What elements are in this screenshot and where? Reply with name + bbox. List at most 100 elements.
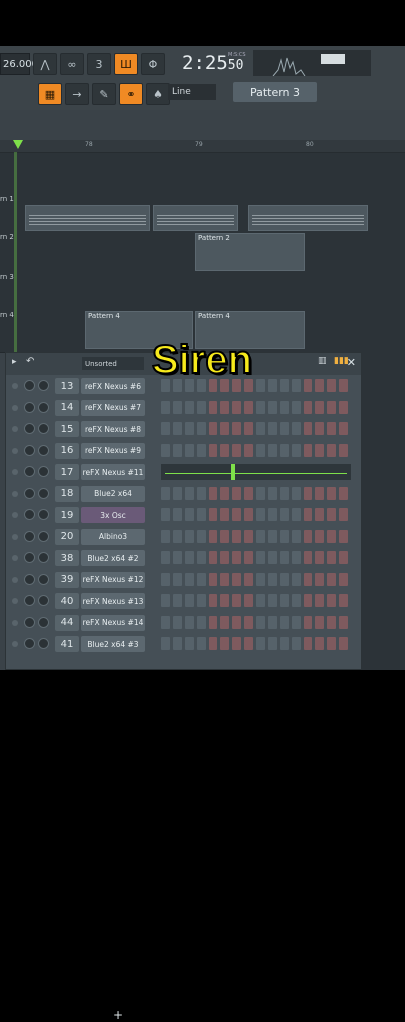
step-button[interactable] — [339, 529, 348, 543]
step-button[interactable] — [291, 508, 301, 521]
pattern-clip[interactable] — [153, 205, 238, 231]
step-button[interactable] — [315, 551, 325, 564]
step-button[interactable] — [172, 551, 182, 564]
pan-knob[interactable] — [24, 530, 35, 542]
step-button[interactable] — [327, 594, 337, 607]
step-button[interactable] — [339, 443, 348, 457]
step-button[interactable] — [327, 529, 337, 543]
step-button[interactable] — [208, 400, 218, 414]
countdown-icon[interactable]: 3 — [87, 53, 111, 75]
step-button[interactable] — [339, 637, 348, 650]
step-button[interactable] — [279, 615, 289, 629]
step-button[interactable] — [184, 551, 194, 564]
channel-name-button[interactable]: reFX Nexus #13 — [81, 593, 145, 609]
mute-led[interactable] — [12, 469, 18, 475]
step-button[interactable] — [303, 594, 313, 607]
step-button[interactable] — [303, 400, 313, 414]
step-button[interactable] — [172, 594, 182, 607]
mixer-track-number[interactable]: 17 — [55, 464, 79, 480]
pattern-clip[interactable]: Pattern 2 — [195, 233, 305, 271]
step-button[interactable] — [256, 486, 265, 500]
channel-name-button[interactable]: reFX Nexus #7 — [81, 399, 145, 416]
step-button[interactable] — [208, 637, 218, 650]
mute-led[interactable] — [12, 619, 18, 626]
mute-led[interactable] — [12, 641, 18, 647]
step-button[interactable] — [232, 594, 242, 607]
pencil-icon[interactable]: ✎ — [92, 83, 116, 105]
step-button[interactable] — [220, 486, 230, 500]
volume-knob[interactable] — [38, 466, 49, 477]
step-button[interactable] — [244, 400, 253, 414]
step-button[interactable] — [232, 400, 242, 414]
loop-record-icon[interactable]: Φ — [141, 53, 165, 75]
step-button[interactable] — [161, 422, 170, 435]
mixer-track-number[interactable]: 19 — [55, 507, 79, 523]
step-button[interactable] — [327, 486, 337, 500]
mixer-track-number[interactable]: 18 — [55, 485, 79, 502]
step-button[interactable] — [244, 486, 253, 500]
step-button[interactable] — [267, 615, 277, 629]
step-button[interactable] — [339, 486, 348, 500]
step-button[interactable] — [339, 594, 348, 607]
step-button[interactable] — [161, 551, 170, 564]
mixer-track-number[interactable]: 13 — [55, 378, 79, 394]
step-button[interactable] — [196, 637, 206, 650]
step-button[interactable] — [256, 529, 265, 543]
step-button[interactable] — [172, 529, 182, 543]
step-button[interactable] — [184, 422, 194, 435]
track-1[interactable]: rn 1 — [0, 195, 405, 234]
tempo-display[interactable]: 26.000 — [0, 53, 38, 75]
step-button[interactable] — [220, 594, 230, 607]
channel-name-button[interactable]: reFX Nexus #12 — [81, 571, 145, 588]
step-button[interactable] — [196, 615, 206, 629]
step-button[interactable] — [339, 551, 348, 564]
step-button[interactable] — [291, 379, 301, 392]
step-button[interactable] — [315, 508, 325, 521]
step-button[interactable] — [196, 594, 206, 607]
volume-knob[interactable] — [38, 595, 49, 606]
step-button[interactable] — [232, 422, 242, 435]
step-button[interactable] — [184, 594, 194, 607]
channel-name-button[interactable]: Blue2 x64 #2 — [81, 550, 145, 566]
step-button[interactable] — [220, 400, 230, 414]
step-button[interactable] — [220, 551, 230, 564]
volume-knob[interactable] — [38, 638, 49, 649]
step-button[interactable] — [267, 637, 277, 650]
step-button[interactable] — [220, 572, 230, 586]
volume-knob[interactable] — [38, 509, 49, 520]
timeline[interactable]: 78 79 80 — [0, 140, 405, 153]
step-button[interactable] — [184, 508, 194, 521]
step-button[interactable] — [161, 637, 170, 650]
step-button[interactable] — [184, 443, 194, 457]
step-button[interactable] — [339, 508, 348, 521]
step-button[interactable] — [256, 615, 265, 629]
step-button[interactable] — [256, 422, 265, 435]
mixer-track-number[interactable]: 44 — [55, 614, 79, 631]
step-button[interactable] — [291, 443, 301, 457]
pan-knob[interactable] — [24, 401, 35, 413]
mixer-track-number[interactable]: 15 — [55, 421, 79, 437]
step-button[interactable] — [232, 443, 242, 457]
step-button[interactable] — [220, 637, 230, 650]
pattern-clip[interactable] — [25, 205, 150, 231]
mixer-track-number[interactable]: 20 — [55, 528, 79, 545]
step-button[interactable] — [267, 422, 277, 435]
step-button[interactable] — [161, 594, 170, 607]
step-button[interactable] — [161, 400, 170, 414]
step-button[interactable] — [339, 615, 348, 629]
mute-led[interactable] — [12, 383, 18, 389]
step-button[interactable] — [172, 637, 182, 650]
step-button[interactable] — [208, 486, 218, 500]
mixer-track-number[interactable]: 39 — [55, 571, 79, 588]
step-button[interactable] — [196, 529, 206, 543]
channel-name-button[interactable]: 3x Osc — [81, 507, 145, 523]
add-channel-button[interactable]: + — [113, 1008, 123, 1022]
snap-select[interactable]: Line — [168, 84, 216, 100]
pan-knob[interactable] — [24, 509, 35, 520]
pan-knob[interactable] — [24, 552, 35, 563]
step-button[interactable] — [184, 400, 194, 414]
channel-row[interactable]: 41 Blue2 x64 #3 — [6, 634, 361, 654]
step-button[interactable] — [208, 594, 218, 607]
step-button[interactable] — [232, 551, 242, 564]
channel-name-button[interactable]: Albino3 — [81, 528, 145, 545]
